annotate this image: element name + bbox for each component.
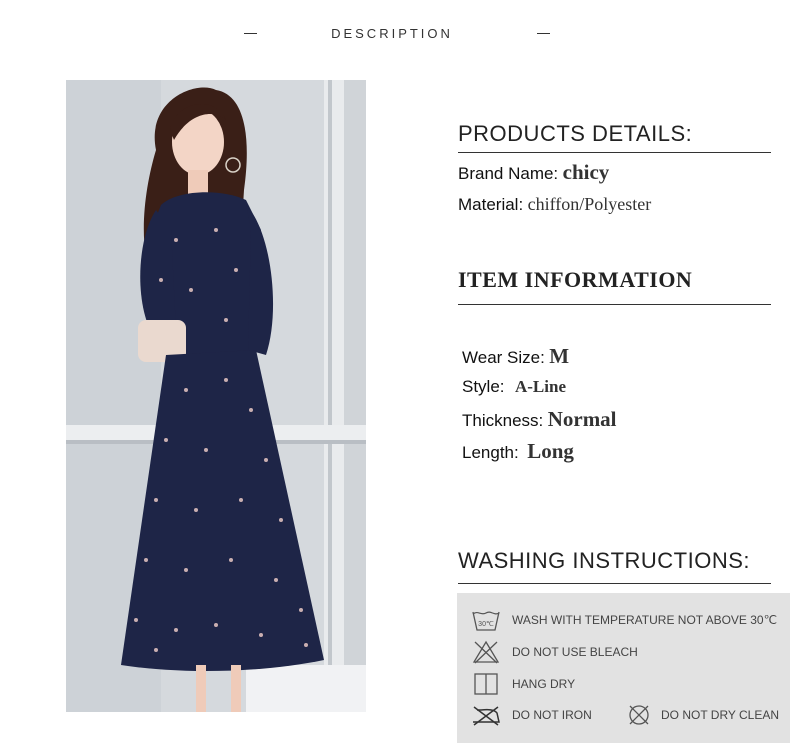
hang-dry-text: HANG DRY bbox=[512, 677, 576, 691]
wash-temp-label: 30℃ bbox=[478, 621, 494, 628]
material-label: Material: bbox=[458, 195, 524, 214]
thickness-row: Thickness: Normal bbox=[462, 407, 617, 432]
material-row: Material: chiffon/Polyester bbox=[458, 194, 651, 215]
wash-temperature-text: WASH WITH TEMPERATURE NOT ABOVE 30℃ bbox=[512, 613, 778, 627]
wash-item-no-iron: DO NOT IRON bbox=[471, 703, 592, 727]
wash-item-no-bleach: DO NOT USE BLEACH bbox=[471, 640, 638, 664]
wear-size-row: Wear Size: M bbox=[462, 344, 569, 369]
description-header: DESCRIPTION bbox=[0, 24, 790, 44]
style-row: Style: A-Line bbox=[462, 377, 566, 397]
style-label: Style: bbox=[462, 377, 505, 396]
length-value: Long bbox=[527, 439, 574, 463]
header-dash-right bbox=[537, 33, 550, 34]
brand-row: Brand Name: chicy bbox=[458, 160, 609, 185]
washing-instructions-title: WASHING INSTRUCTIONS: bbox=[458, 548, 751, 573]
description-title: DESCRIPTION bbox=[331, 26, 453, 41]
style-value: A-Line bbox=[514, 377, 566, 396]
wash-item-no-dry-clean: DO NOT DRY CLEAN bbox=[624, 703, 779, 727]
brand-value: chicy bbox=[562, 160, 610, 184]
products-details-title: PRODUCTS DETAILS: bbox=[458, 121, 693, 146]
item-information-rule bbox=[458, 304, 771, 305]
wash-item-hang-dry: HANG DRY bbox=[471, 672, 575, 696]
no-dry-clean-text: DO NOT DRY CLEAN bbox=[661, 708, 780, 722]
thickness-value: Normal bbox=[547, 407, 617, 431]
hang-dry-icon bbox=[471, 672, 501, 696]
wear-size-label: Wear Size: bbox=[462, 348, 545, 367]
length-label: Length: bbox=[462, 443, 519, 462]
length-row: Length: Long bbox=[462, 439, 574, 464]
no-iron-icon bbox=[471, 703, 501, 727]
no-dry-clean-icon bbox=[624, 703, 654, 727]
no-bleach-text: DO NOT USE BLEACH bbox=[512, 645, 638, 659]
product-photo bbox=[66, 80, 366, 712]
brand-label: Brand Name: bbox=[458, 164, 559, 183]
washing-panel: 30℃ WASH WITH TEMPERATURE NOT ABOVE 30℃ … bbox=[457, 593, 790, 743]
no-bleach-icon bbox=[471, 640, 501, 664]
thickness-label: Thickness: bbox=[462, 411, 544, 430]
item-information-title: ITEM INFORMATION bbox=[458, 267, 693, 292]
products-details-rule bbox=[458, 152, 771, 153]
material-value: chiffon/Polyester bbox=[527, 194, 652, 214]
wear-size-value: M bbox=[549, 344, 570, 368]
no-iron-text: DO NOT IRON bbox=[512, 708, 592, 722]
washing-instructions-rule bbox=[458, 583, 771, 584]
wash-30-icon: 30℃ bbox=[471, 608, 501, 632]
wash-item-temperature: 30℃ WASH WITH TEMPERATURE NOT ABOVE 30℃ bbox=[471, 608, 777, 632]
